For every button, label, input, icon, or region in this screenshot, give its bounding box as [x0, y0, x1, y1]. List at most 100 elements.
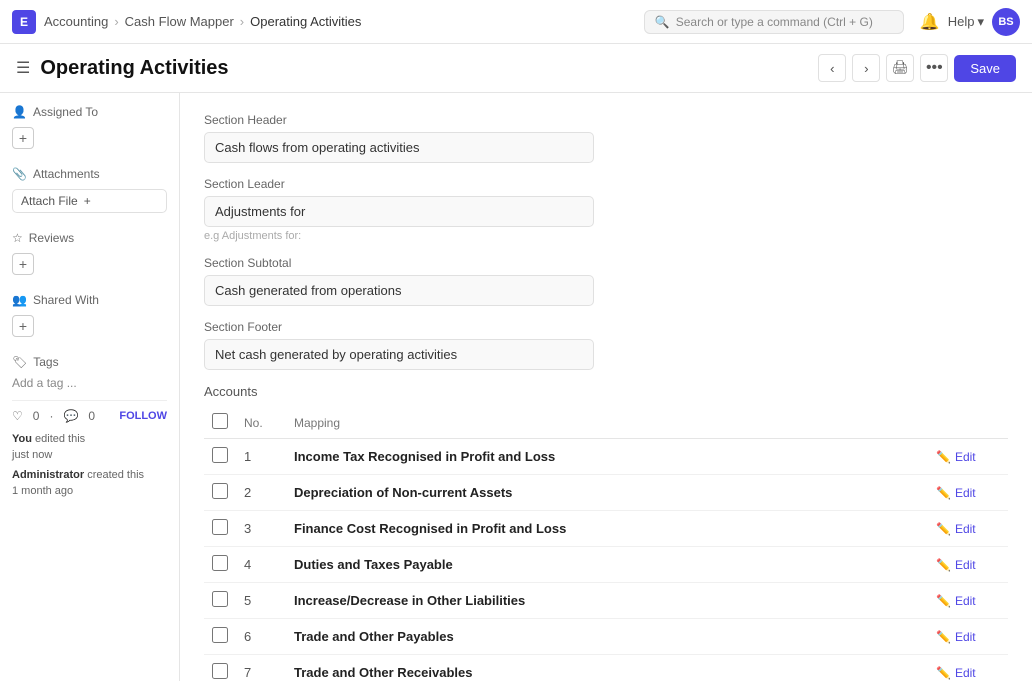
- edited-action: edited this: [35, 433, 85, 445]
- edit-icon: ✏️: [936, 666, 951, 680]
- section-footer-input[interactable]: [204, 339, 594, 370]
- topbar-actions: 🔔 Help ▾ BS: [920, 8, 1020, 36]
- row-mapping: Depreciation of Non-current Assets: [286, 475, 928, 511]
- created-time: 1 month ago: [12, 485, 167, 497]
- accounts-table: No. Mapping 1 Income Tax Recognised in P…: [204, 407, 1008, 681]
- edit-button[interactable]: ✏️ Edit: [936, 558, 976, 572]
- breadcrumb-accounting[interactable]: Accounting: [44, 14, 108, 29]
- row-checkbox[interactable]: [212, 447, 228, 463]
- created-activity: Administrator created this: [12, 469, 167, 481]
- edit-label: Edit: [955, 558, 976, 572]
- shared-icon: 👥: [12, 293, 27, 307]
- page-title: Operating Activities: [40, 57, 228, 80]
- edit-icon: ✏️: [936, 558, 951, 572]
- comment-icon[interactable]: 💬: [63, 409, 78, 423]
- star-icon: ☆: [12, 231, 23, 245]
- table-row: 7 Trade and Other Receivables ✏️ Edit: [204, 655, 1008, 681]
- tag-icon: 🏷: [12, 355, 27, 369]
- th-no: No.: [236, 407, 286, 439]
- row-checkbox[interactable]: [212, 591, 228, 607]
- row-mapping: Trade and Other Receivables: [286, 655, 928, 681]
- assigned-to-title: 👤 Assigned To: [12, 105, 167, 119]
- add-shared-button[interactable]: +: [12, 315, 34, 337]
- next-button[interactable]: ›: [852, 54, 880, 82]
- edit-button[interactable]: ✏️ Edit: [936, 486, 976, 500]
- table-row: 1 Income Tax Recognised in Profit and Lo…: [204, 439, 1008, 475]
- sidebar: 👤 Assigned To + 📎 Attachments Attach Fil…: [0, 93, 180, 681]
- add-review-button[interactable]: +: [12, 253, 34, 275]
- attachments-title: 📎 Attachments: [12, 167, 167, 181]
- row-no: 7: [236, 655, 286, 681]
- section-leader-placeholder: e.g Adjustments for:: [204, 230, 1008, 242]
- breadcrumb: Accounting › Cash Flow Mapper › Operatin…: [44, 14, 361, 29]
- follow-button[interactable]: FOLLOW: [119, 410, 167, 422]
- edit-button[interactable]: ✏️ Edit: [936, 630, 976, 644]
- shared-with-label: Shared With: [33, 293, 99, 307]
- row-checkbox[interactable]: [212, 483, 228, 499]
- table-row: 3 Finance Cost Recognised in Profit and …: [204, 511, 1008, 547]
- bell-icon[interactable]: 🔔: [920, 12, 940, 32]
- accounts-section: Accounts No. Mapping 1 Income Tax Reco: [204, 384, 1008, 681]
- edit-label: Edit: [955, 666, 976, 680]
- row-mapping: Duties and Taxes Payable: [286, 547, 928, 583]
- edit-button[interactable]: ✏️ Edit: [936, 522, 976, 536]
- section-footer-group: Section Footer: [204, 320, 1008, 370]
- assigned-to-label: Assigned To: [33, 105, 98, 119]
- main-layout: 👤 Assigned To + 📎 Attachments Attach Fil…: [0, 93, 1032, 681]
- section-header-input[interactable]: [204, 132, 594, 163]
- menu-icon[interactable]: ☰: [16, 58, 30, 78]
- row-checkbox[interactable]: [212, 519, 228, 535]
- row-checkbox[interactable]: [212, 627, 228, 643]
- edited-time: just now: [12, 449, 167, 461]
- breadcrumb-sep-1: ›: [114, 14, 118, 29]
- app-logo[interactable]: E: [12, 10, 36, 34]
- edit-label: Edit: [955, 486, 976, 500]
- more-button[interactable]: •••: [920, 54, 948, 82]
- section-header-label: Section Header: [204, 113, 1008, 127]
- search-bar[interactable]: 🔍 Search or type a command (Ctrl + G): [644, 10, 904, 34]
- person-icon: 👤: [12, 105, 27, 119]
- row-no: 2: [236, 475, 286, 511]
- table-row: 2 Depreciation of Non-current Assets ✏️ …: [204, 475, 1008, 511]
- edit-label: Edit: [955, 594, 976, 608]
- attach-file-button[interactable]: Attach File +: [12, 189, 167, 213]
- edit-label: Edit: [955, 522, 976, 536]
- created-by: Administrator: [12, 469, 84, 481]
- save-button[interactable]: Save: [954, 55, 1016, 82]
- th-mapping: Mapping: [286, 407, 928, 439]
- section-subtotal-group: Section Subtotal: [204, 256, 1008, 306]
- row-no: 5: [236, 583, 286, 619]
- edit-button[interactable]: ✏️ Edit: [936, 450, 976, 464]
- add-assigned-button[interactable]: +: [12, 127, 34, 149]
- reviews-title: ☆ Reviews: [12, 231, 167, 245]
- th-select-all: [204, 407, 236, 439]
- chevron-down-icon: ▾: [977, 14, 984, 30]
- breadcrumb-cashflow[interactable]: Cash Flow Mapper: [125, 14, 234, 29]
- row-no: 1: [236, 439, 286, 475]
- row-checkbox[interactable]: [212, 555, 228, 571]
- table-row: 6 Trade and Other Payables ✏️ Edit: [204, 619, 1008, 655]
- page-header: ☰ Operating Activities ‹ › 🖨 ••• Save: [0, 44, 1032, 93]
- select-all-checkbox[interactable]: [212, 413, 228, 429]
- row-checkbox[interactable]: [212, 663, 228, 679]
- section-footer-label: Section Footer: [204, 320, 1008, 334]
- edit-label: Edit: [955, 450, 976, 464]
- section-header-group: Section Header: [204, 113, 1008, 163]
- print-button[interactable]: 🖨: [886, 54, 914, 82]
- heart-icon[interactable]: ♡: [12, 409, 23, 423]
- edit-button[interactable]: ✏️ Edit: [936, 666, 976, 680]
- edit-button[interactable]: ✏️ Edit: [936, 594, 976, 608]
- prev-button[interactable]: ‹: [818, 54, 846, 82]
- attachments-section: 📎 Attachments Attach File +: [12, 167, 167, 213]
- accounts-label: Accounts: [204, 384, 1008, 399]
- edited-by: You: [12, 433, 32, 445]
- help-button[interactable]: Help ▾: [948, 14, 984, 30]
- section-leader-input[interactable]: [204, 196, 594, 227]
- attach-file-label: Attach File: [21, 194, 78, 208]
- section-subtotal-input[interactable]: [204, 275, 594, 306]
- avatar[interactable]: BS: [992, 8, 1020, 36]
- edit-icon: ✏️: [936, 630, 951, 644]
- table-row: 5 Increase/Decrease in Other Liabilities…: [204, 583, 1008, 619]
- content-area: Section Header Section Leader e.g Adjust…: [180, 93, 1032, 681]
- add-tag-link[interactable]: Add a tag ...: [12, 376, 77, 390]
